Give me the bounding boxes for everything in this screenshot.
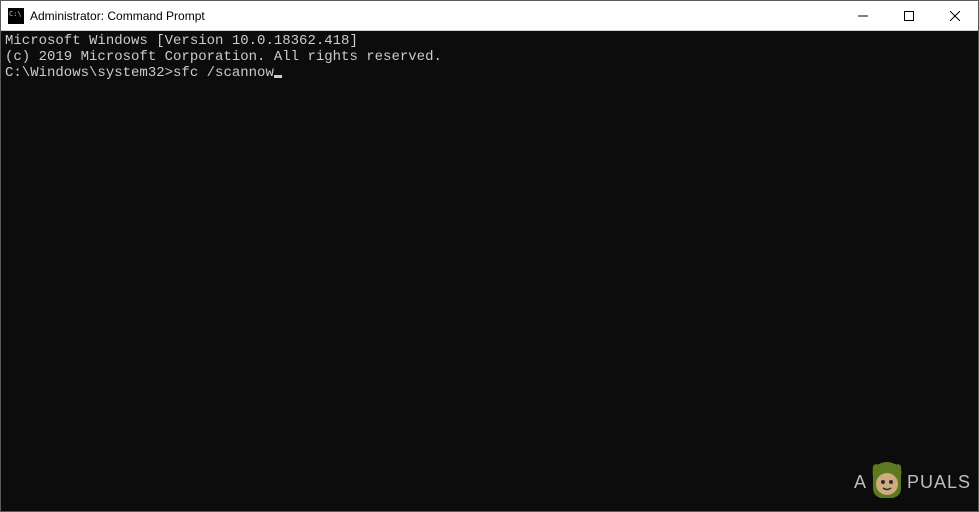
maximize-icon: [904, 11, 914, 21]
cursor: [274, 75, 282, 78]
watermark-text-right: PUALS: [907, 472, 971, 493]
watermark: A PUALS: [854, 458, 973, 506]
prompt-line: C:\Windows\system32>sfc /scannow: [5, 65, 974, 81]
titlebar[interactable]: Administrator: Command Prompt: [1, 1, 978, 31]
minimize-icon: [858, 11, 868, 21]
mascot-icon: [863, 458, 911, 506]
window-title: Administrator: Command Prompt: [30, 9, 840, 23]
close-button[interactable]: [932, 1, 978, 30]
cmd-icon: [8, 8, 24, 24]
terminal-area[interactable]: Microsoft Windows [Version 10.0.18362.41…: [1, 31, 978, 511]
prompt-path: C:\Windows\system32>: [5, 65, 173, 81]
close-icon: [950, 11, 960, 21]
window-controls: [840, 1, 978, 30]
command-text: sfc /scannow: [173, 65, 274, 81]
maximize-button[interactable]: [886, 1, 932, 30]
copyright-line: (c) 2019 Microsoft Corporation. All righ…: [5, 49, 974, 65]
minimize-button[interactable]: [840, 1, 886, 30]
version-line: Microsoft Windows [Version 10.0.18362.41…: [5, 33, 974, 49]
command-prompt-window: Administrator: Command Prompt Microsoft: [0, 0, 979, 512]
